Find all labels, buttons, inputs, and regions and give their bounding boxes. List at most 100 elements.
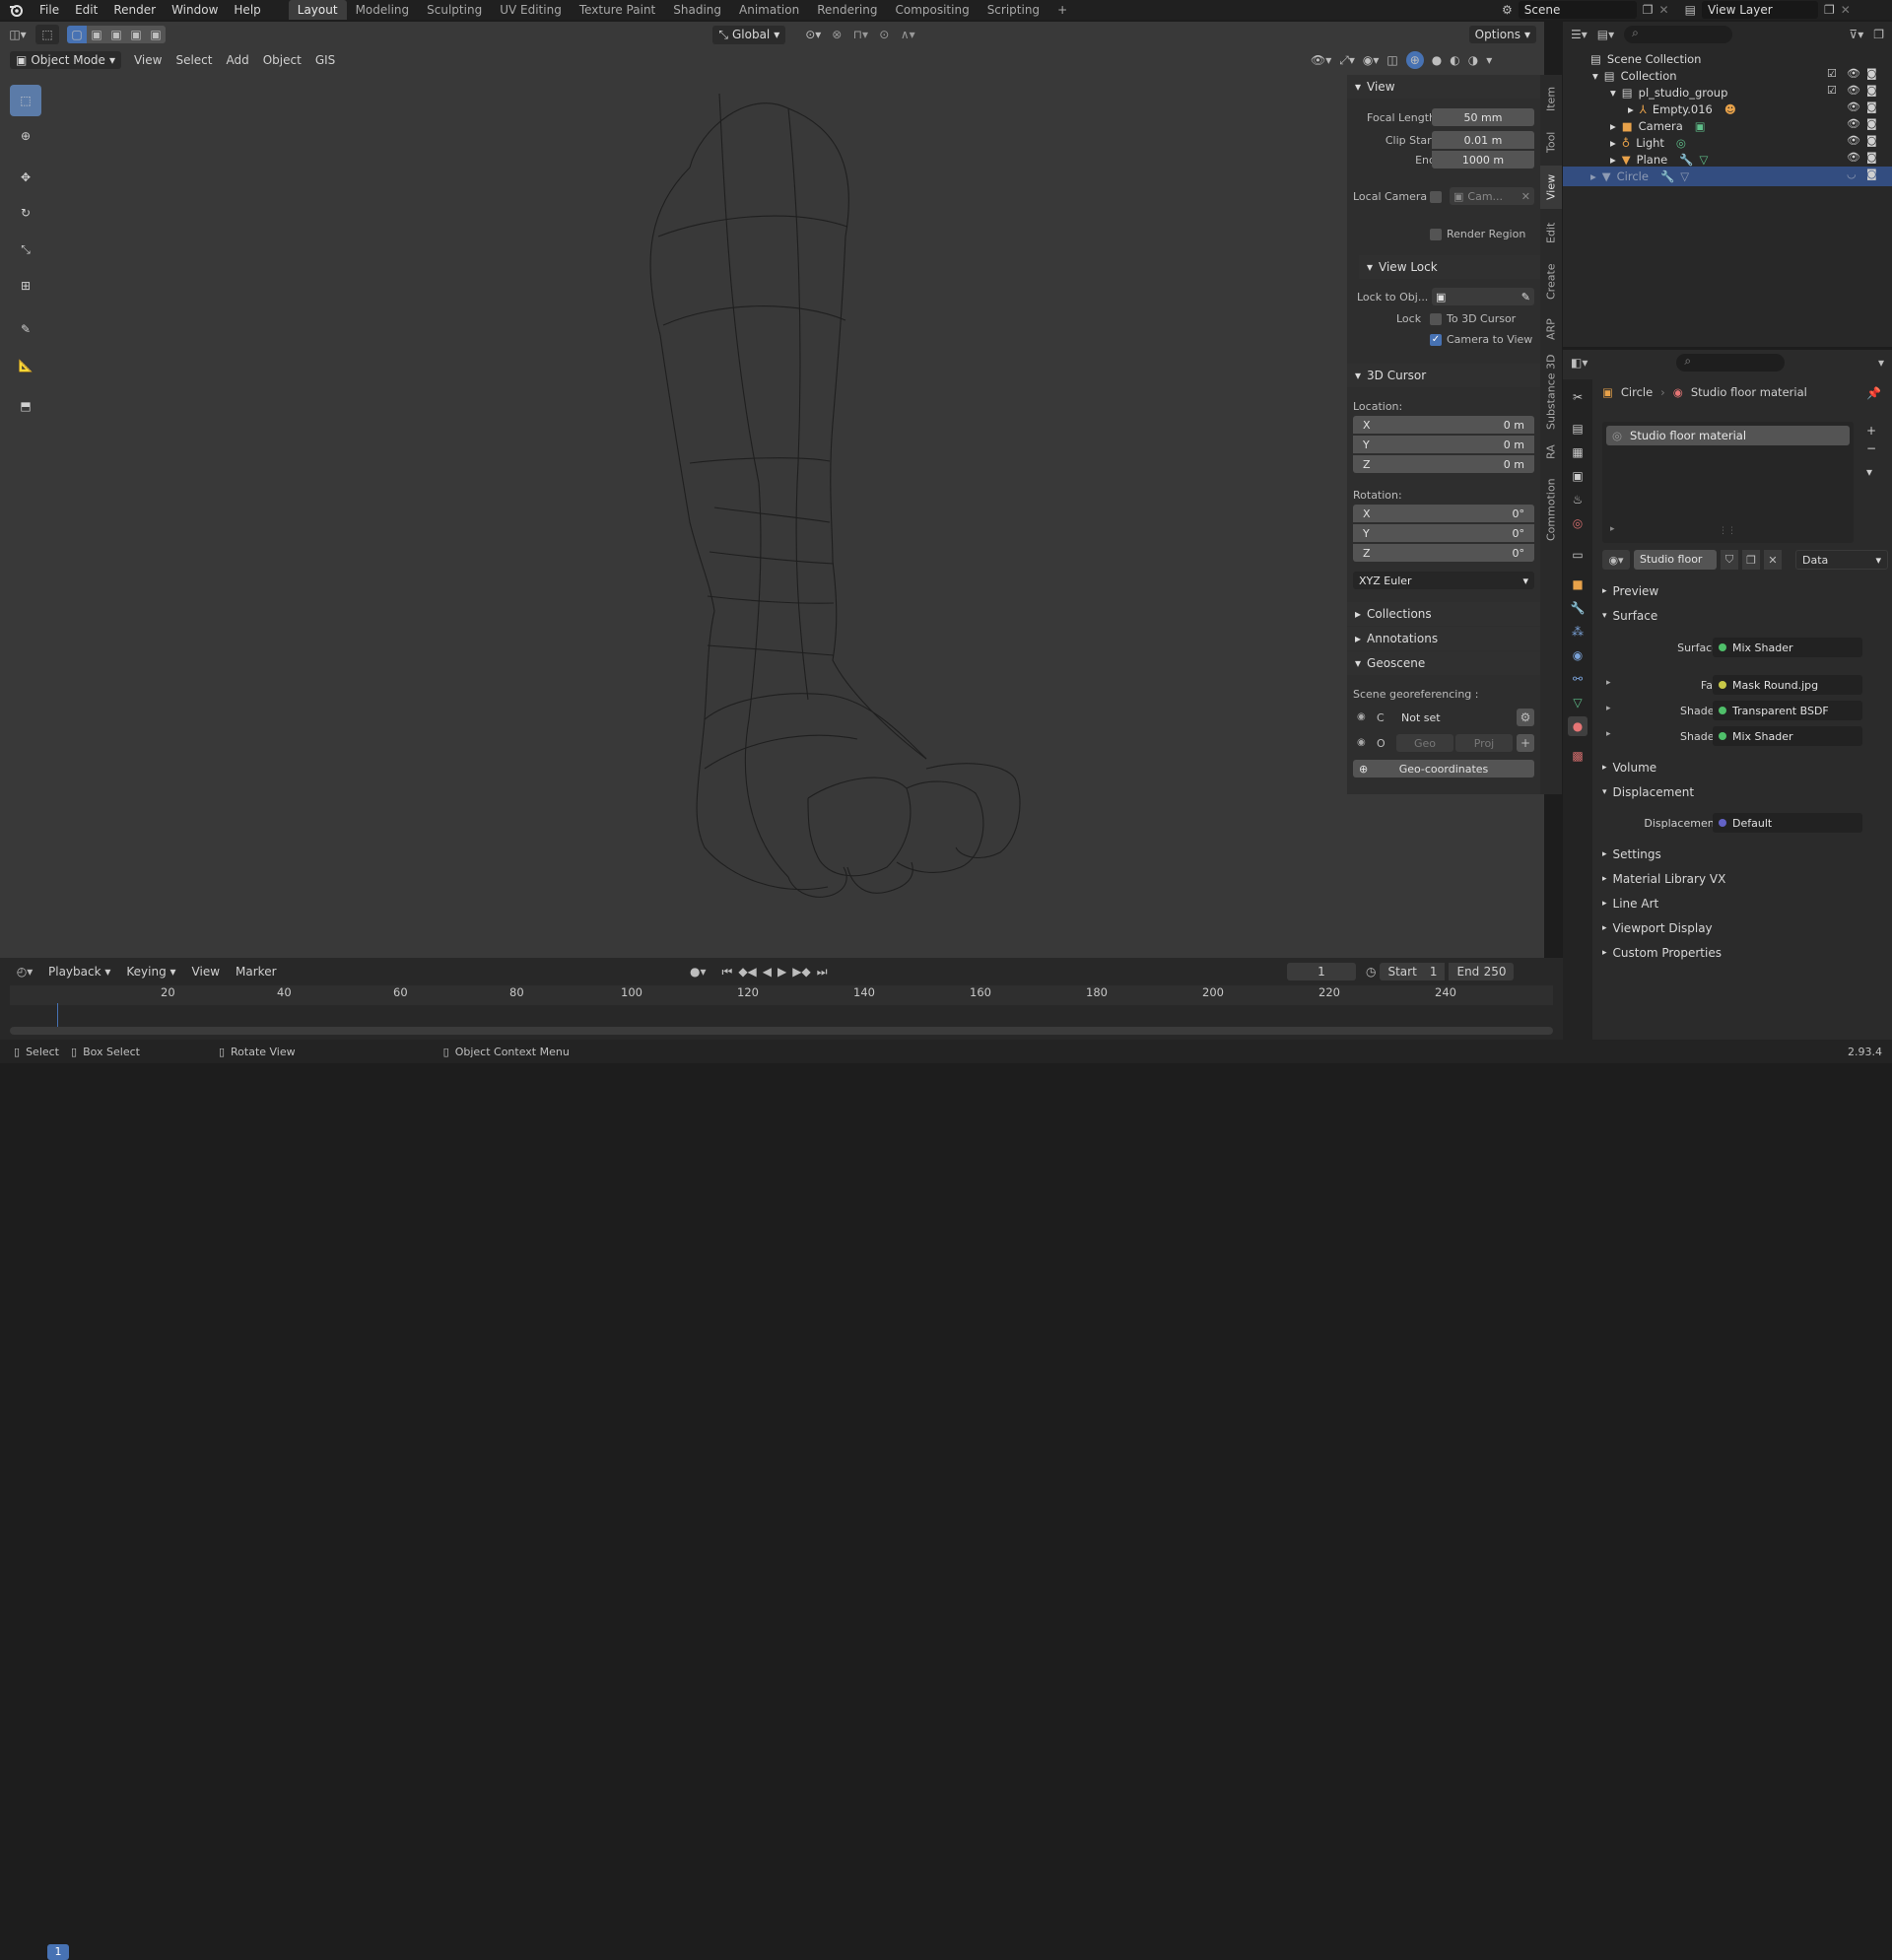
local-camera-field[interactable]: ▣ Cam... ✕ bbox=[1450, 187, 1534, 205]
hidden-eye-icon[interactable]: ◡ bbox=[1847, 168, 1857, 180]
jump-start-icon[interactable]: ⏮ bbox=[722, 965, 733, 980]
exclude-checkbox[interactable]: ☑ bbox=[1827, 84, 1837, 97]
tab-commotion[interactable]: Commotion bbox=[1540, 471, 1562, 548]
shader-2-field[interactable]: Mix Shader bbox=[1713, 726, 1862, 746]
new-scene-icon[interactable]: ❐ bbox=[1643, 3, 1654, 17]
material-shading-icon[interactable]: ◐ bbox=[1450, 53, 1459, 67]
material-name-field[interactable]: Studio floor m... bbox=[1634, 550, 1717, 570]
link-mode-dropdown[interactable]: Data ▾ bbox=[1795, 550, 1888, 570]
start-frame-field[interactable]: Start 1 bbox=[1380, 963, 1446, 980]
viewport-menu-add[interactable]: Add bbox=[219, 53, 255, 67]
add-cube-tool[interactable]: ⬒ bbox=[10, 390, 41, 422]
cursor-rotation-z-field[interactable]: Z 0° bbox=[1353, 544, 1534, 562]
preview-range-icon[interactable]: ◷ bbox=[1366, 965, 1376, 979]
geoscene-section-header[interactable]: ▾ Geoscene bbox=[1347, 651, 1540, 675]
editor-type-icon[interactable]: ◫▾ bbox=[0, 28, 35, 41]
properties-editor-icon[interactable]: ◧▾ bbox=[1571, 356, 1588, 370]
select-box-intersect-icon[interactable]: ▣ bbox=[146, 26, 166, 43]
workspace-tab-shading[interactable]: Shading bbox=[664, 0, 730, 20]
shading-options-icon[interactable]: ▾ bbox=[1486, 53, 1492, 67]
visibility-eye-icon[interactable]: 👁 bbox=[1847, 134, 1860, 147]
render-camera-icon[interactable]: ◙ bbox=[1866, 67, 1877, 80]
collections-section-header[interactable]: ▸ Collections bbox=[1347, 602, 1540, 626]
material-library-section-header[interactable]: ▸ Material Library VX bbox=[1594, 868, 1890, 890]
workspace-tab-layout[interactable]: Layout bbox=[288, 0, 347, 20]
snap-target-icon[interactable]: ⊓▾ bbox=[846, 28, 874, 41]
xray-icon[interactable]: ◫ bbox=[1386, 53, 1397, 67]
cursor-location-x-field[interactable]: X 0 m bbox=[1353, 416, 1534, 434]
select-mode-icon[interactable]: ⬚ bbox=[35, 25, 59, 44]
tool-tab-icon[interactable]: ✂ bbox=[1568, 387, 1588, 407]
world-tab-icon[interactable]: ◎ bbox=[1568, 513, 1588, 533]
cursor-rotation-x-field[interactable]: X 0° bbox=[1353, 505, 1534, 522]
crs-settings-icon[interactable]: ⚙ bbox=[1517, 709, 1534, 726]
new-view-layer-icon[interactable]: ❐ bbox=[1824, 3, 1835, 17]
delete-scene-icon[interactable]: ✕ bbox=[1659, 3, 1669, 17]
viewport-menu-gis[interactable]: GIS bbox=[308, 53, 342, 67]
shader-1-field[interactable]: Transparent BSDF bbox=[1713, 701, 1862, 720]
rotation-mode-dropdown[interactable]: XYZ Euler ▾ bbox=[1353, 572, 1534, 589]
properties-search-input[interactable]: ⌕ bbox=[1676, 354, 1786, 372]
viewport-menu-object[interactable]: Object bbox=[256, 53, 308, 67]
slot-menu-icon[interactable]: ▾ bbox=[1866, 465, 1872, 479]
displacement-field[interactable]: Default bbox=[1713, 813, 1862, 833]
tab-create[interactable]: Create bbox=[1540, 256, 1562, 307]
volume-section-header[interactable]: ▸ Volume bbox=[1594, 757, 1890, 778]
visibility-icon[interactable]: 👁▾ bbox=[1311, 53, 1331, 67]
next-keyframe-icon[interactable]: ▶◆ bbox=[792, 965, 810, 979]
pin-icon[interactable]: 📌 bbox=[1866, 386, 1881, 400]
workspace-tab-rendering[interactable]: Rendering bbox=[808, 0, 886, 20]
displacement-section-header[interactable]: ▾ Displacement bbox=[1594, 781, 1890, 803]
render-camera-icon[interactable]: ◙ bbox=[1866, 151, 1877, 164]
tab-view[interactable]: View bbox=[1540, 166, 1562, 209]
geo-coordinates-button[interactable]: ⊕ Geo-coordinates bbox=[1353, 760, 1534, 777]
chevron-down-icon[interactable]: ▾ bbox=[1878, 356, 1884, 370]
proportional-edit-icon[interactable]: ⊙ bbox=[874, 28, 894, 41]
texture-tab-icon[interactable]: ▩ bbox=[1568, 746, 1588, 766]
scale-tool[interactable]: ⤡ bbox=[10, 234, 41, 265]
workspace-tab-scripting[interactable]: Scripting bbox=[979, 0, 1048, 20]
proj-button[interactable]: Proj bbox=[1455, 734, 1513, 752]
cursor-location-y-field[interactable]: Y 0 m bbox=[1353, 436, 1534, 453]
tab-item[interactable]: Item bbox=[1540, 79, 1562, 118]
cursor-rotation-y-field[interactable]: Y 0° bbox=[1353, 524, 1534, 542]
viewport-display-section-header[interactable]: ▸ Viewport Display bbox=[1594, 917, 1890, 939]
workspace-tab-modeling[interactable]: Modeling bbox=[347, 0, 419, 20]
unlink-material-icon[interactable]: ✕ bbox=[1764, 550, 1782, 570]
pivot-icon[interactable]: ⊙▾ bbox=[799, 28, 827, 41]
render-camera-icon[interactable]: ◙ bbox=[1866, 117, 1877, 130]
lock-to-3d-cursor-checkbox[interactable] bbox=[1430, 313, 1442, 325]
rotate-tool[interactable]: ↻ bbox=[10, 197, 41, 229]
custom-properties-section-header[interactable]: ▸ Custom Properties bbox=[1594, 942, 1890, 964]
menu-edit[interactable]: Edit bbox=[67, 0, 105, 20]
tab-ra[interactable]: RA bbox=[1540, 438, 1562, 467]
exclude-checkbox[interactable]: ☑ bbox=[1827, 67, 1837, 80]
fake-user-icon[interactable]: ⛉ bbox=[1721, 550, 1738, 570]
annotate-tool[interactable]: ✎ bbox=[10, 313, 41, 345]
tab-arp[interactable]: ARP bbox=[1540, 311, 1562, 347]
measure-tool[interactable]: 📐 bbox=[10, 350, 41, 381]
object-mode-dropdown[interactable]: ▣ Object Mode ▾ bbox=[10, 51, 121, 69]
physics-tab-icon[interactable]: ◉ bbox=[1568, 645, 1588, 665]
3d-cursor-section-header[interactable]: ▾ 3D Cursor bbox=[1347, 364, 1540, 387]
filter-icon[interactable]: ⊽▾ bbox=[1849, 28, 1863, 41]
blender-logo-icon[interactable] bbox=[0, 0, 32, 20]
render-camera-icon[interactable]: ◙ bbox=[1866, 168, 1877, 180]
select-box-invert-icon[interactable]: ▣ bbox=[126, 26, 146, 43]
timeline-menu-playback[interactable]: Playback ▾ bbox=[41, 965, 117, 979]
timeline-menu-marker[interactable]: Marker bbox=[229, 965, 283, 979]
object-tab-icon[interactable]: ■ bbox=[1568, 574, 1588, 594]
outliner-editor-icon[interactable]: ☰▾ bbox=[1571, 28, 1588, 41]
add-slot-icon[interactable]: + bbox=[1866, 424, 1876, 438]
resize-handle-icon[interactable]: ⋮⋮ bbox=[1719, 526, 1736, 536]
lock-to-object-field[interactable]: ▣ ✎ bbox=[1432, 288, 1534, 305]
expand-right-icon[interactable]: ▸ bbox=[1610, 524, 1615, 534]
clip-start-field[interactable]: 0.01 m bbox=[1432, 131, 1534, 149]
tab-tool[interactable]: Tool bbox=[1540, 122, 1562, 162]
cursor-tool[interactable]: ⊕ bbox=[10, 120, 41, 152]
view-section-header[interactable]: ▾ View bbox=[1347, 75, 1540, 99]
scene-tab-icon[interactable]: ♨ bbox=[1568, 490, 1588, 509]
outliner-search-input[interactable]: ⌕ bbox=[1624, 26, 1733, 43]
select-box-new-icon[interactable]: ▢ bbox=[67, 26, 87, 43]
select-box-subtract-icon[interactable]: ▣ bbox=[106, 26, 126, 43]
